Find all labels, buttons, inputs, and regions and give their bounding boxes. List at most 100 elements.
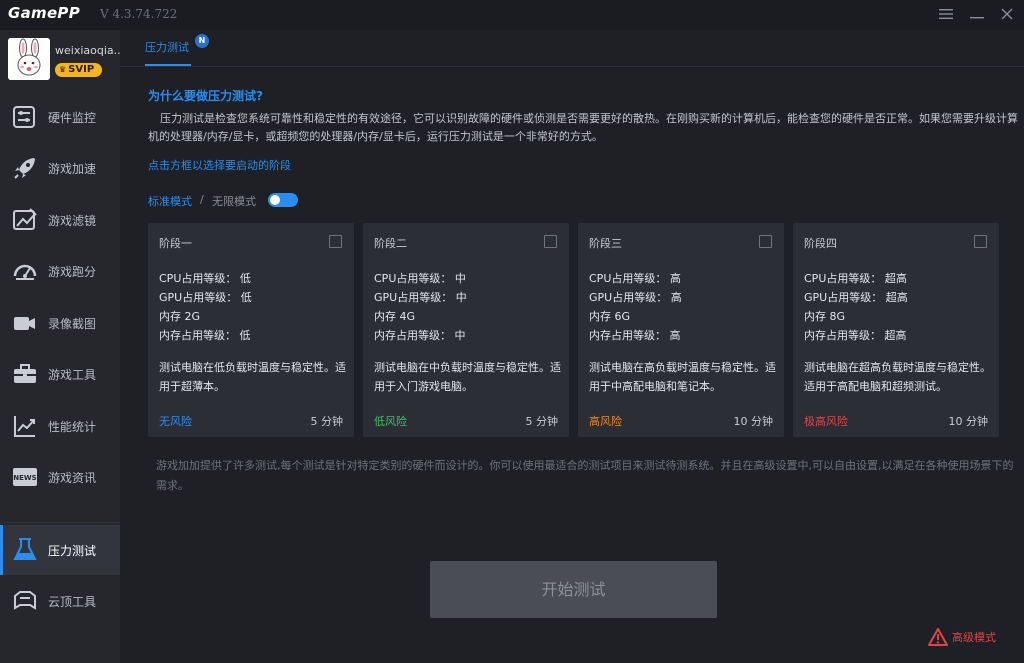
sidebar-item-benchmark[interactable]: 游戏跑分 xyxy=(0,246,120,296)
svg-text:NEWS: NEWS xyxy=(13,474,36,482)
info-note: 游戏加加提供了许多测试,每个测试是针对特定类别的硬件而设计的。你可以使用最适合的… xyxy=(156,459,1014,492)
flask-icon xyxy=(12,537,38,563)
tab-stress-test[interactable]: 压力测试 xyxy=(145,39,189,55)
app-version: V 4.3.74.722 xyxy=(100,7,178,21)
main-panel: 压力测试 N 为什么要做压力测试? 压力测试是检查您系统可靠性和稳定性的有效途径… xyxy=(120,30,1024,663)
svip-label: SVIP xyxy=(68,64,95,75)
sidebar-item-label: 游戏滤镜 xyxy=(48,214,97,228)
warning-icon xyxy=(928,628,948,646)
active-indicator xyxy=(0,525,3,575)
minimize-icon[interactable] xyxy=(967,5,987,25)
filter-icon xyxy=(12,207,38,233)
start-test-button[interactable]: 开始测试 xyxy=(430,561,717,618)
sidebar-item-label: 录像截图 xyxy=(48,317,97,331)
selection-hint: 点击方框以选择要启动的阶段 xyxy=(148,159,291,172)
username: weixiaoqia... xyxy=(55,44,125,57)
standard-mode-label[interactable]: 标准模式 xyxy=(148,193,192,209)
sidebar-item-stress-test[interactable]: 压力测试 xyxy=(0,525,120,575)
hardware-monitor-icon xyxy=(12,104,38,130)
sidebar-item-label: 游戏跑分 xyxy=(48,265,97,279)
stage-name: 阶段二 xyxy=(374,237,407,250)
stage-description: 测试电脑在高负载时温度与稳定性。适用于中高配电脑和笔记本。 xyxy=(589,361,776,393)
stage-checkbox[interactable] xyxy=(329,235,342,248)
memory-level: 内存占用等级： 中 xyxy=(374,329,466,342)
advanced-mode-link[interactable]: 高级模式 xyxy=(928,628,996,646)
toolbox-icon xyxy=(12,361,38,387)
memory-level: 内存占用等级： 高 xyxy=(589,329,681,342)
duration-label: 5 分钟 xyxy=(310,415,344,428)
risk-label: 极高风险 xyxy=(804,415,848,428)
stage-checkbox[interactable] xyxy=(759,235,772,248)
mode-separator: / xyxy=(200,193,204,206)
new-badge: N xyxy=(195,34,209,48)
sidebar-item-label: 游戏加速 xyxy=(48,162,97,176)
stage-name: 阶段一 xyxy=(159,237,192,250)
memory-size: 内存 2G xyxy=(159,310,201,323)
memory-level: 内存占用等级： 低 xyxy=(159,329,251,342)
section-title: 为什么要做压力测试? xyxy=(148,89,263,103)
cloud-tool-icon xyxy=(12,588,38,614)
section-description: 压力测试是检查您系统可靠性和稳定性的有效途径，它可以识别故障的硬件或侦测是否需要… xyxy=(148,112,1018,143)
gpu-level: GPU占用等级： 低 xyxy=(159,291,252,304)
stage-card-3[interactable]: 阶段三 CPU占用等级： 高 GPU占用等级： 高 内存 6G 内存占用等级： … xyxy=(578,223,784,437)
chart-icon xyxy=(12,413,38,439)
rocket-icon xyxy=(12,155,38,181)
sidebar-item-label: 性能统计 xyxy=(48,420,97,434)
gpu-level: GPU占用等级： 超高 xyxy=(804,291,908,304)
video-camera-icon xyxy=(12,310,38,336)
sidebar-item-performance-stats[interactable]: 性能统计 xyxy=(0,401,120,451)
risk-label: 无风险 xyxy=(159,415,192,428)
sidebar-item-cloud-tools[interactable]: 云顶工具 xyxy=(0,576,120,626)
duration-label: 5 分钟 xyxy=(525,415,559,428)
cpu-level: CPU占用等级： 低 xyxy=(159,272,251,285)
sidebar-item-label: 硬件监控 xyxy=(48,111,97,125)
close-icon[interactable] xyxy=(997,5,1017,25)
sidebar-item-recording[interactable]: 录像截图 xyxy=(0,298,120,348)
sidebar-item-label: 游戏资讯 xyxy=(48,471,97,485)
avatar[interactable] xyxy=(8,38,50,80)
mode-toggle[interactable] xyxy=(268,193,298,207)
sidebar-item-game-news[interactable]: NEWS 游戏资讯 xyxy=(0,452,120,502)
app-logo: GamePP xyxy=(8,4,81,22)
stage-checkbox[interactable] xyxy=(974,235,987,248)
menu-icon[interactable] xyxy=(936,5,956,25)
stage-description: 测试电脑在超高负载时温度与稳定性。适用于高配电脑和超频测试。 xyxy=(804,361,991,393)
sidebar-item-label: 压力测试 xyxy=(48,544,97,558)
sidebar-item-game-boost[interactable]: 游戏加速 xyxy=(0,143,120,193)
memory-size: 内存 4G xyxy=(374,310,416,323)
sidebar-item-label: 游戏工具 xyxy=(48,368,97,382)
toggle-knob xyxy=(270,195,280,205)
user-profile[interactable]: weixiaoqia... ♛ SVIP xyxy=(0,30,124,88)
sidebar-item-hardware-monitor[interactable]: 硬件监控 xyxy=(0,92,120,142)
stage-card-1[interactable]: 阶段一 CPU占用等级： 低 GPU占用等级： 低 内存 2G 内存占用等级： … xyxy=(148,223,354,437)
sidebar-item-game-filter[interactable]: 游戏滤镜 xyxy=(0,195,120,245)
sidebar-item-game-tools[interactable]: 游戏工具 xyxy=(0,349,120,399)
cpu-level: CPU占用等级： 中 xyxy=(374,272,466,285)
risk-label: 低风险 xyxy=(374,415,407,428)
duration-label: 10 分钟 xyxy=(948,415,989,428)
stage-description: 测试电脑在低负载时温度与稳定性。适用于超薄本。 xyxy=(159,361,346,393)
sidebar-divider xyxy=(0,522,120,523)
stage-card-4[interactable]: 阶段四 CPU占用等级： 超高 GPU占用等级： 超高 内存 8G 内存占用等级… xyxy=(793,223,999,437)
stage-name: 阶段四 xyxy=(804,237,837,250)
sidebar-item-label: 云顶工具 xyxy=(48,595,97,609)
crown-icon: ♛ xyxy=(59,65,67,74)
stage-checkbox[interactable] xyxy=(544,235,557,248)
risk-label: 高风险 xyxy=(589,415,622,428)
speedometer-icon xyxy=(12,258,38,284)
memory-size: 内存 6G xyxy=(589,310,631,323)
stage-description: 测试电脑在中负载时温度与稳定性。适用于入门游戏电脑。 xyxy=(374,361,561,393)
memory-level: 内存占用等级： 超高 xyxy=(804,329,907,342)
sidebar: weixiaoqia... ♛ SVIP 硬件监控 游戏加速 游戏滤镜 游戏跑分 … xyxy=(0,30,124,663)
infinite-mode-label[interactable]: 无限模式 xyxy=(212,193,256,209)
svip-badge: ♛ SVIP xyxy=(55,63,102,77)
duration-label: 10 分钟 xyxy=(733,415,774,428)
advanced-mode-label: 高级模式 xyxy=(952,631,996,644)
stage-name: 阶段三 xyxy=(589,237,622,250)
cpu-level: CPU占用等级： 超高 xyxy=(804,272,907,285)
gpu-level: GPU占用等级： 中 xyxy=(374,291,467,304)
memory-size: 内存 8G xyxy=(804,310,846,323)
news-icon: NEWS xyxy=(12,464,38,490)
stage-card-2[interactable]: 阶段二 CPU占用等级： 中 GPU占用等级： 中 内存 4G 内存占用等级： … xyxy=(363,223,569,437)
tab-divider xyxy=(120,66,1024,67)
